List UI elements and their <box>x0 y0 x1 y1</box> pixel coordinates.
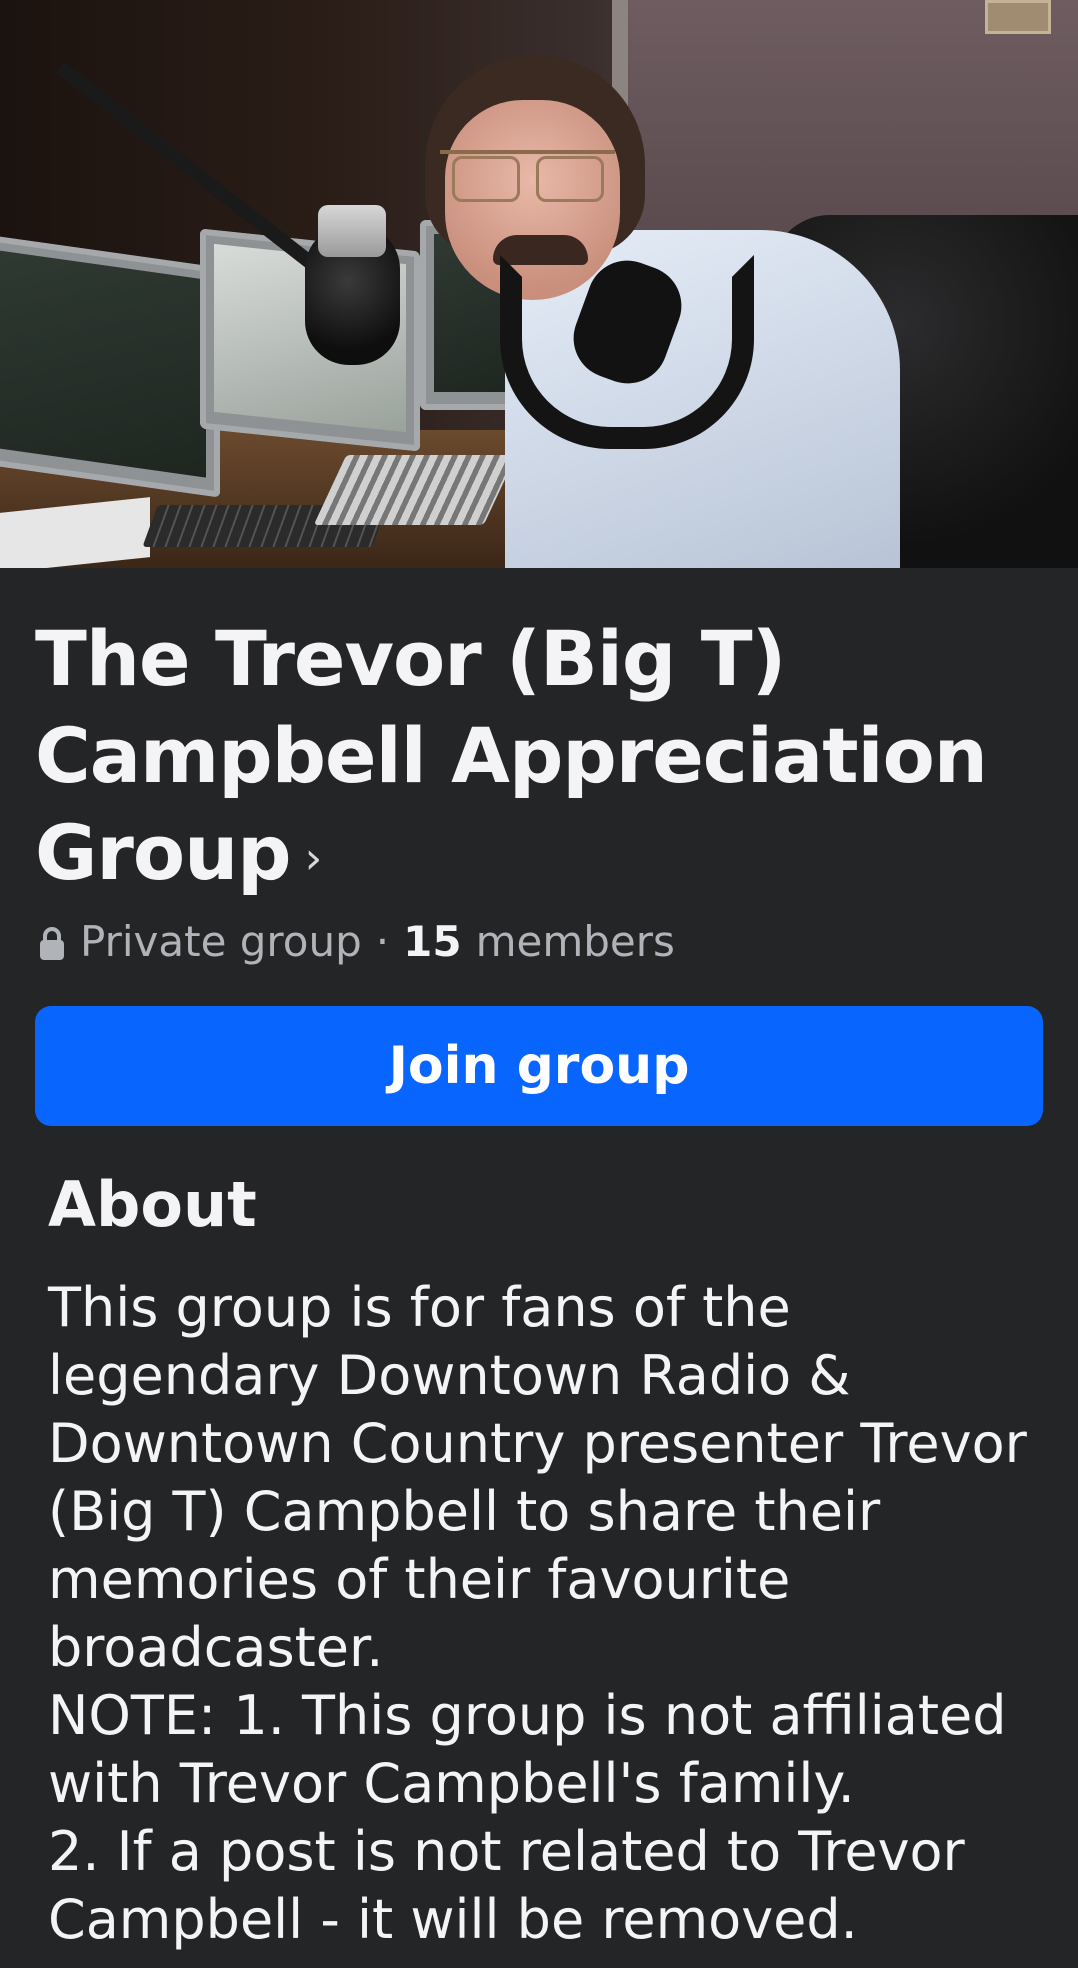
cover-monitor <box>0 232 220 498</box>
group-title-link[interactable]: The Trevor (Big T) Campbell Appreciation… <box>35 610 1045 907</box>
cover-mixing-desk <box>313 455 517 525</box>
group-name: The Trevor (Big T) Campbell Appreciation… <box>35 614 988 897</box>
member-count: 15 <box>403 916 462 966</box>
members-label: members <box>475 916 675 966</box>
group-meta: Private group · 15 members <box>38 913 675 969</box>
cover-wall-frame <box>985 0 1051 34</box>
group-page: The Trevor (Big T) Campbell Appreciation… <box>0 0 1078 1968</box>
privacy-label: Private group <box>80 916 362 966</box>
about-description: This group is for fans of the legendary … <box>48 1276 1027 1951</box>
about-heading: About <box>48 1168 257 1241</box>
cover-wall <box>620 0 1078 250</box>
meta-separator: · <box>375 916 390 966</box>
join-group-button[interactable]: Join group <box>35 1006 1043 1126</box>
cover-mic-arm <box>55 61 325 276</box>
chevron-right-icon: › <box>304 832 323 884</box>
cover-microphone-mount <box>318 205 386 257</box>
lock-icon <box>38 923 66 960</box>
cover-person-glasses <box>440 150 615 202</box>
cover-photo[interactable] <box>0 0 1078 568</box>
